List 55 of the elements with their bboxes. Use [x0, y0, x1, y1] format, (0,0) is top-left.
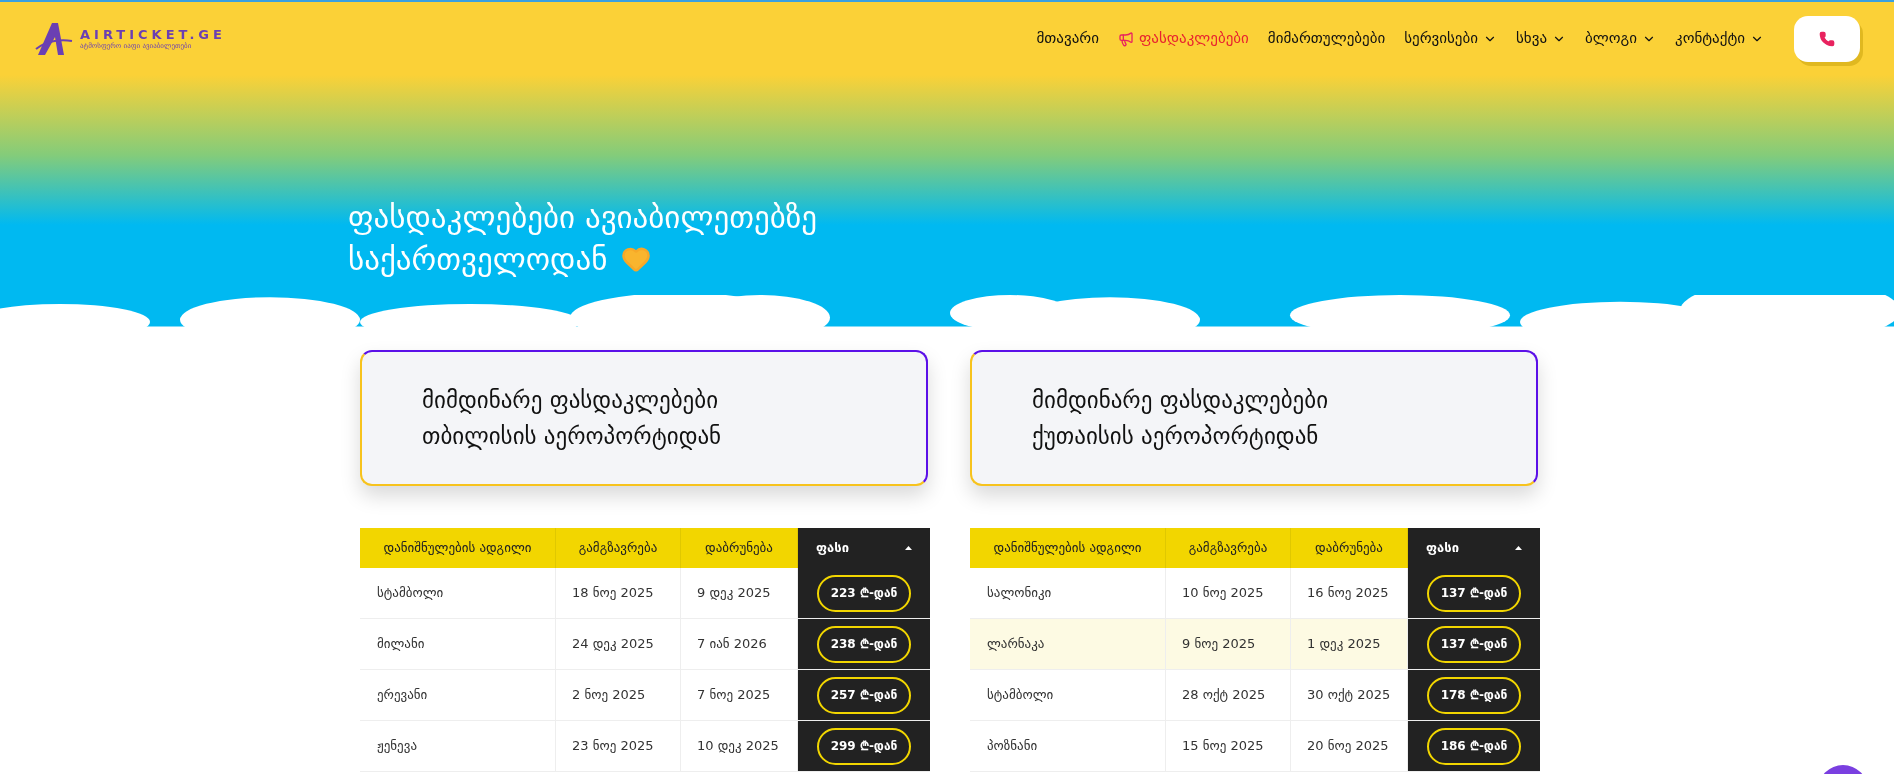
table-row[interactable]: ჟენევა 23 ნოე 2025 10 დეკ 2025 299 ₾-დან: [360, 721, 930, 772]
table-cell: ერევანი: [360, 670, 556, 720]
column-header[interactable]: გამგზავრება: [556, 528, 681, 568]
column-header[interactable]: დაბრუნება: [1291, 528, 1408, 568]
column-header-label: ფასი: [816, 539, 849, 558]
nav-link[interactable]: ბლოგი: [1585, 27, 1656, 50]
price-button[interactable]: 299 ₾-დან: [816, 727, 912, 765]
section-title: მიმდინარე ფასდაკლებები: [1032, 386, 1330, 416]
table-row[interactable]: პოზნანი 15 ნოე 2025 20 ნოე 2025 186 ₾-დან: [970, 721, 1540, 772]
section-title: თბილისის აეროპორტიდან: [422, 422, 723, 452]
nav-link[interactable]: სერვისები: [1404, 27, 1497, 50]
section-title: ქუთაისის აეროპორტიდან: [1032, 422, 1320, 452]
page-title: ფასდაკლებები ავიაბილეთებზე: [348, 198, 818, 237]
column-header[interactable]: გამგზავრება: [1166, 528, 1291, 568]
table-cell: 9 ნოე 2025: [1166, 619, 1291, 669]
price-button[interactable]: 137 ₾-დან: [1426, 625, 1522, 663]
price-button[interactable]: 238 ₾-დან: [816, 625, 912, 663]
nav-link[interactable]: მთავარი: [1036, 27, 1099, 50]
table-row[interactable]: ერევანი 2 ნოე 2025 7 ნოე 2025 257 ₾-დან: [360, 670, 930, 721]
column-header[interactable]: ფასი: [798, 528, 930, 568]
price-button[interactable]: 186 ₾-დან: [1426, 727, 1522, 765]
table-row[interactable]: სტამბოლი 18 ნოე 2025 9 დეკ 2025 223 ₾-დან: [360, 568, 930, 619]
table-cell: 2 ნოე 2025: [556, 670, 681, 720]
price-button[interactable]: 223 ₾-დან: [816, 574, 912, 612]
table-row[interactable]: სალონიკი 10 ნოე 2025 16 ნოე 2025 137 ₾-დან: [970, 568, 1540, 619]
table-row[interactable]: მილანი 24 დეკ 2025 7 იან 2026 238 ₾-დან: [360, 619, 930, 670]
price-button[interactable]: 178 ₾-დან: [1426, 676, 1522, 714]
table-cell: 18 ნოე 2025: [556, 568, 681, 618]
table-cell: მილანი: [360, 619, 556, 669]
table-cell: 10 ნოე 2025: [1166, 568, 1291, 618]
table-row[interactable]: სტამბოლი 28 ოქტ 2025 30 ოქტ 2025 178 ₾-დან: [970, 670, 1540, 721]
section-title: მიმდინარე ფასდაკლებები: [422, 386, 720, 416]
table-cell: 23 ნოე 2025: [556, 721, 681, 771]
table-cell: პოზნანი: [970, 721, 1166, 771]
column-header-label: ფასი: [1426, 539, 1459, 558]
nav-link[interactable]: მიმართულებები: [1267, 27, 1386, 50]
table-row[interactable]: ლარნაკა 9 ნოე 2025 1 დეკ 2025 137 ₾-დან: [970, 619, 1540, 670]
column-header[interactable]: დანიშნულების ადგილი: [360, 528, 556, 568]
page-title: საქართველოდან: [348, 240, 608, 279]
price-button[interactable]: 137 ₾-დან: [1426, 574, 1522, 612]
table-cell: სალონიკი: [970, 568, 1166, 618]
price-button[interactable]: 257 ₾-დან: [816, 676, 912, 714]
table-cell: 15 ნოე 2025: [1166, 721, 1291, 771]
column-header[interactable]: დანიშნულების ადგილი: [970, 528, 1166, 568]
table-cell: სტამბოლი: [970, 670, 1166, 720]
table-cell: 28 ოქტ 2025: [1166, 670, 1291, 720]
nav-link[interactable]: კონტაქტი: [1675, 27, 1764, 50]
column-header[interactable]: დაბრუნება: [681, 528, 798, 568]
table-cell: ჟენევა: [360, 721, 556, 771]
table-cell: 24 დეკ 2025: [556, 619, 681, 669]
logo-name: AIRTICKET.GE: [80, 27, 226, 41]
nav-link[interactable]: სხვა: [1516, 27, 1566, 50]
table-cell: სტამბოლი: [360, 568, 556, 618]
column-header[interactable]: ფასი: [1408, 528, 1540, 568]
table-cell: ლარნაკა: [970, 619, 1166, 669]
